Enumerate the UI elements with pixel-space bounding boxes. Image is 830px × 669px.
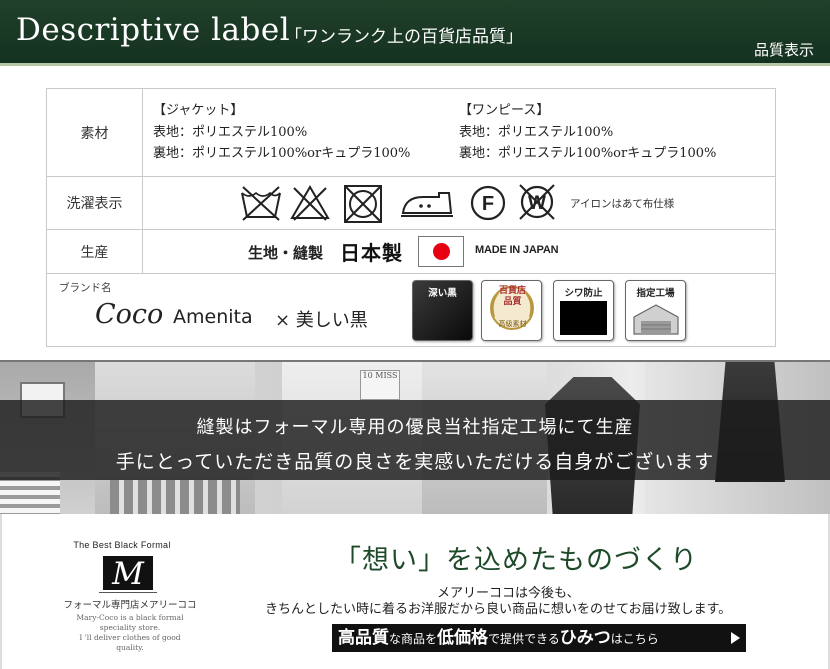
material-dress-outer: 表地：ポリエステル100% <box>459 124 614 140</box>
spec-row-brand: ブランド名 Coco Amenita × 美しい黒 深い黒 百貨店品質 高級素材… <box>46 273 776 347</box>
badge-designated-factory-label: 指定工場 <box>636 288 675 299</box>
origin-small-text: 生地・縫製 <box>248 244 324 262</box>
no-bleach-icon <box>290 185 330 221</box>
no-wet-clean-icon: W <box>519 184 555 220</box>
spec-origin-cell: 生地・縫製 日本製 MADE IN JAPAN <box>142 229 776 274</box>
no-tumble-dry-icon <box>344 185 382 223</box>
mary-coco-logo-mark: M <box>103 556 153 592</box>
material-dress: 【ワンピース】 表地：ポリエステル100% 裏地：ポリエステル100%orキュプ… <box>459 100 765 165</box>
header-title: Descriptive label <box>16 12 291 48</box>
bottom-section: The Best Black Formal M フォーマル専門店メアリーココ M… <box>0 514 830 669</box>
photo-caption-line2: 手にとっていただき品質の良さを実感いただける自身がございます <box>115 451 715 473</box>
origin-big-text: 日本製 <box>340 241 403 265</box>
material-jacket-title: 【ジャケット】 <box>153 103 244 119</box>
badge-wrinkle-free-label: シワ防止 <box>564 288 603 299</box>
spec-head-origin: 生産 <box>46 229 143 274</box>
badge-dept-quality-sub: 高級素材 <box>498 320 527 328</box>
factory-icon <box>633 304 679 335</box>
header-catchphrase: 「ワンランク上の百貨店品質」 <box>285 27 523 47</box>
photo-caption-line1: 縫製はフォーマル専用の優良当社指定工場にて生産 <box>196 417 634 438</box>
material-jacket: 【ジャケット】 表地：ポリエステル100% 裏地：ポリエステル100%orキュプ… <box>153 100 459 165</box>
main-title: 「想い」を込めたものづくり <box>334 545 698 576</box>
secret-link-button[interactable]: 高品質な商品を低価格で提供できるひみつはこちら <box>332 624 746 652</box>
logo-desc-line4: quality. <box>116 643 144 652</box>
material-jacket-lining: 裏地：ポリエステル100%orキュプラ100% <box>153 146 411 162</box>
iron-icon <box>401 192 453 217</box>
logo-desc-line2: speciality store. <box>99 623 161 632</box>
factory-photo-band: 10 MISS 縫製はフォーマル専用の優良当社指定工場にて生産 手にとっていただ… <box>0 360 830 514</box>
brand-coco: Coco <box>95 299 164 330</box>
badge-wrinkle-free: シワ防止 <box>553 280 614 341</box>
badge-designated-factory: 指定工場 <box>625 280 686 341</box>
f-letter: F <box>482 193 494 215</box>
spec-head-washing: 洗濯表示 <box>46 176 143 230</box>
material-jacket-outer: 表地：ポリエステル100% <box>153 124 308 140</box>
brand-amenita: Amenita <box>173 306 253 328</box>
wash-note: アイロンはあて布仕様 <box>570 198 675 210</box>
badge-deep-black: 深い黒 <box>412 280 473 341</box>
logo-description: Mary-Coco is a black formal speciality s… <box>62 613 198 653</box>
badge-dept-quality: 百貨店品質 高級素材 <box>481 280 542 341</box>
material-dress-title: 【ワンピース】 <box>459 103 550 119</box>
material-dress-lining: 裏地：ポリエステル100%orキュプラ100% <box>459 146 717 162</box>
spec-row-material: 素材 【ジャケット】 表地：ポリエステル100% 裏地：ポリエステル100%or… <box>46 88 776 177</box>
cta-part3: 低価格 <box>437 628 489 648</box>
brand-label: ブランド名 <box>59 282 112 294</box>
cta-part6: はこちら <box>610 632 659 646</box>
japan-flag-icon <box>418 236 464 267</box>
brand-beautiful-black: × 美しい黒 <box>275 310 368 331</box>
cta-part1: 高品質 <box>338 628 389 648</box>
play-arrow-icon <box>731 632 740 644</box>
logo-desc-line3: I 'll deliver clothes of good <box>79 633 181 642</box>
logo-shop-name: フォーマル専門店メアリーココ <box>63 600 197 611</box>
photo-fabric-samples <box>110 480 240 514</box>
logo-rule <box>99 592 157 593</box>
header-corner-label: 品質表示 <box>753 41 814 59</box>
cta-part2: な商品を <box>389 632 438 646</box>
badge-dept-quality-label: 百貨店品質 <box>498 286 526 307</box>
logo-desc-line1: Mary-Coco is a black formal <box>76 613 184 622</box>
spec-brand-cell: ブランド名 Coco Amenita × 美しい黒 深い黒 百貨店品質 高級素材… <box>46 273 776 347</box>
no-wash-icon <box>241 186 281 221</box>
logo-tagline: The Best Black Formal <box>73 540 171 550</box>
cta-part5: ひみつ <box>559 628 611 648</box>
spec-table: 素材 【ジャケット】 表地：ポリエステル100% 裏地：ポリエステル100%or… <box>46 88 776 347</box>
made-in-japan-text: MADE IN JAPAN <box>475 244 559 256</box>
cta-part4: で提供できる <box>488 632 560 646</box>
main-subtext-2: きちんとしたい時に着るお洋服だから良い商品に想いをのせてお届け致します。 <box>265 602 732 617</box>
spec-material-cell: 【ジャケット】 表地：ポリエステル100% 裏地：ポリエステル100%orキュプ… <box>142 88 776 177</box>
spec-washing-cell: F W アイロンはあて布仕様 <box>142 176 776 230</box>
page-header: Descriptive label 「ワンランク上の百貨店品質」 品質表示 <box>0 0 830 66</box>
spec-row-washing: 洗濯表示 F W アイロンはあて布仕様 <box>46 176 776 230</box>
dry-clean-f-icon: F <box>470 185 506 221</box>
badge-deep-black-label: 深い黒 <box>428 288 457 299</box>
black-fabric-swatch <box>560 301 607 335</box>
photo-sign: 10 MISS <box>360 370 400 400</box>
spec-row-origin: 生産 生地・縫製 日本製 MADE IN JAPAN <box>46 229 776 274</box>
spec-head-material: 素材 <box>46 88 143 177</box>
